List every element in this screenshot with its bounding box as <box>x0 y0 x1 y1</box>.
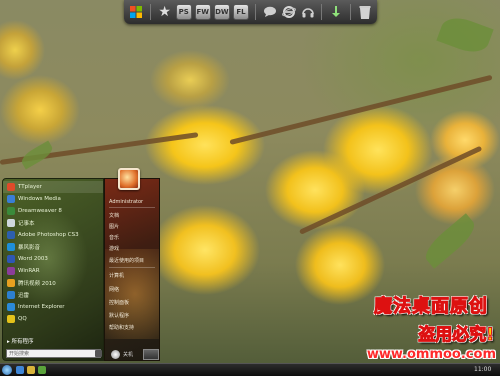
shutdown-button[interactable]: 关机 <box>123 351 133 358</box>
places-link[interactable]: 文档 <box>109 212 119 219</box>
program-label: QQ <box>18 316 27 322</box>
program-icon <box>7 279 15 287</box>
places-link[interactable]: 网络 <box>109 286 119 293</box>
start-menu-programs-panel: TTplayer Windows Media Dreamweaver 8 记事本 Ado… <box>2 178 104 361</box>
program-label: WinRAR <box>18 268 40 274</box>
program-item[interactable]: WinRAR <box>3 265 103 277</box>
places-link[interactable]: 游戏 <box>109 245 119 252</box>
places-link[interactable]: 控制面板 <box>109 299 129 306</box>
program-label: Dreamweaver 8 <box>18 208 62 214</box>
star-icon[interactable]: ★ <box>157 3 173 21</box>
all-programs-label: 所有程序 <box>11 339 34 345</box>
program-icon <box>7 315 15 323</box>
flash-tile[interactable]: FL <box>232 4 250 20</box>
dock-separator <box>255 4 256 20</box>
dreamweaver-label: DW <box>215 8 229 16</box>
download-arrow-icon[interactable] <box>328 3 344 21</box>
watermark-url: www.ommoo.com <box>366 347 496 362</box>
program-label: 迅雷 <box>18 293 30 299</box>
taskbar-clock[interactable]: 11:00 <box>474 366 491 373</box>
program-label: 腾讯视频 2010 <box>18 281 56 287</box>
program-item[interactable]: TTplayer <box>3 181 103 193</box>
places-link[interactable]: 音乐 <box>109 234 119 241</box>
program-label: Internet Explorer <box>18 304 65 310</box>
start-menu-places-panel: Administrator 文档图片音乐游戏最近使用的项目 计算机网络控制面板默认程… <box>104 178 160 361</box>
taskbar: 11:00 <box>0 363 500 376</box>
program-item[interactable]: Windows Media <box>3 193 103 205</box>
program-icon <box>7 207 15 215</box>
program-icon <box>7 183 15 191</box>
wallpaper-branch <box>229 74 493 145</box>
lock-button[interactable] <box>143 349 159 360</box>
program-item[interactable]: Internet Explorer <box>3 301 103 313</box>
flash-label: FL <box>236 8 246 16</box>
watermark-line-1: 魔法桌面原创 <box>374 296 488 318</box>
program-icon <box>7 291 15 299</box>
start-orb-icon[interactable] <box>2 365 12 375</box>
start-search-input[interactable]: 开始搜索 <box>6 349 101 358</box>
program-icon <box>7 303 15 311</box>
dock-separator <box>321 4 323 20</box>
program-item[interactable]: QQ <box>3 313 103 325</box>
program-item[interactable]: 迅雷 <box>3 289 103 301</box>
wallpaper-leaf <box>419 213 481 269</box>
recycle-bin-icon[interactable] <box>357 3 373 21</box>
arrow-right-icon: ▸ <box>7 339 10 345</box>
dock-separator <box>350 4 352 20</box>
photoshop-label: PS <box>178 8 189 16</box>
program-item[interactable]: 腾讯视频 2010 <box>3 277 103 289</box>
program-label: 暴风影音 <box>18 245 41 251</box>
taskbar-ie-icon[interactable] <box>16 366 24 374</box>
watermark-line-2: 盗用必究! <box>418 325 495 346</box>
search-icon[interactable] <box>95 350 102 357</box>
program-icon <box>7 267 15 275</box>
internet-explorer-icon[interactable] <box>281 3 297 21</box>
taskbar-folder-icon[interactable] <box>27 366 35 374</box>
menu-separator <box>109 267 155 268</box>
user-avatar[interactable] <box>118 168 140 190</box>
dreamweaver-tile[interactable]: DW <box>213 4 230 20</box>
menu-separator <box>109 207 155 208</box>
places-link[interactable]: 帮助和支持 <box>109 324 134 331</box>
program-label: Windows Media <box>18 196 61 202</box>
fireworks-label: FW <box>196 8 210 16</box>
photoshop-tile[interactable]: PS <box>175 4 192 20</box>
places-link[interactable]: 最近使用的项目 <box>109 257 144 264</box>
fireworks-tile[interactable]: FW <box>194 4 211 20</box>
program-item[interactable]: 记事本 <box>3 217 103 229</box>
taskbar-media-icon[interactable] <box>38 366 46 374</box>
all-programs-button[interactable]: ▸ 所有程序 <box>7 337 34 345</box>
headphones-icon[interactable] <box>300 3 316 21</box>
watermark: 魔法桌面原创 盗用必究! www.ommoo.com <box>330 292 500 363</box>
program-icon <box>7 243 15 251</box>
program-label: 记事本 <box>18 221 35 227</box>
wallpaper-leaf <box>436 12 494 58</box>
places-link[interactable]: 默认程序 <box>109 312 129 319</box>
program-label: Adobe Photoshop CS3 <box>18 232 79 238</box>
chat-bubble-icon[interactable] <box>262 3 278 21</box>
start-menu: TTplayer Windows Media Dreamweaver 8 记事本 Ado… <box>0 168 162 361</box>
program-item[interactable]: Word 2003 <box>3 253 103 265</box>
program-icon <box>7 195 15 203</box>
program-icon <box>7 219 15 227</box>
places-link[interactable]: 图片 <box>109 223 119 230</box>
top-dock: ★ PS FW DW FL <box>124 0 377 24</box>
program-icon <box>7 231 15 239</box>
dock-separator <box>149 4 151 20</box>
program-item[interactable]: Dreamweaver 8 <box>3 205 103 217</box>
power-icon[interactable] <box>111 350 120 359</box>
program-item[interactable]: 暴风影音 <box>3 241 103 253</box>
program-label: TTplayer <box>18 184 42 190</box>
program-label: Word 2003 <box>18 256 48 262</box>
program-item[interactable]: Adobe Photoshop CS3 <box>3 229 103 241</box>
program-icon <box>7 255 15 263</box>
places-link[interactable]: 计算机 <box>109 272 124 279</box>
program-list: TTplayer Windows Media Dreamweaver 8 记事本 Ado… <box>3 181 103 325</box>
windows-logo-icon[interactable] <box>128 3 144 21</box>
user-name-link[interactable]: Administrator <box>109 199 143 205</box>
